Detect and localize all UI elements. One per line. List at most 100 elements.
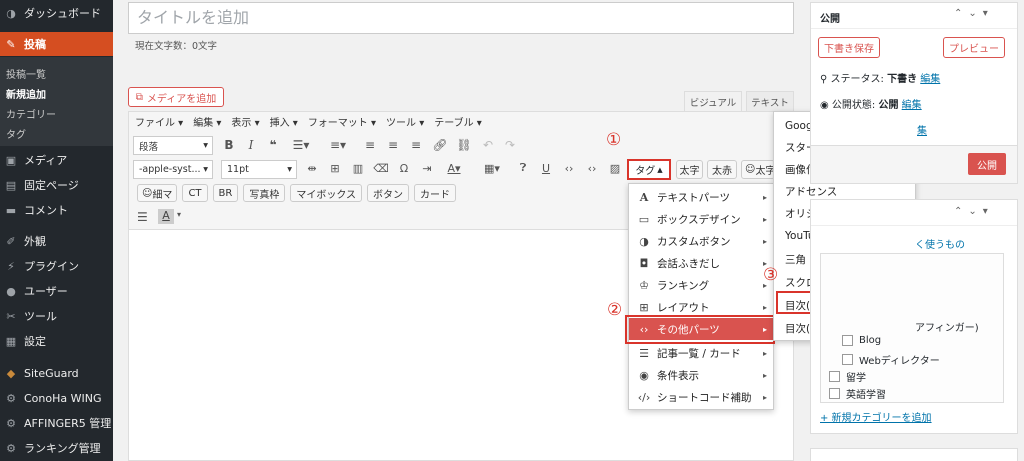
unlink-icon[interactable]: ⛓︎	[456, 137, 472, 153]
publish-button[interactable]: 公開	[968, 153, 1006, 175]
button-button[interactable]: ボタン	[367, 184, 410, 202]
dd-text-parts[interactable]: A テキストパーツ ▸	[629, 186, 773, 208]
tag-button[interactable]: タグ ▲	[627, 159, 671, 180]
bullet-list-icon[interactable]: ☰▾	[290, 137, 312, 153]
menu-appearance[interactable]: ✐ 外観	[0, 231, 113, 251]
italic-icon[interactable]: I	[243, 137, 259, 153]
align-left-icon[interactable]: ≡	[362, 137, 378, 153]
menu-edit[interactable]: 編集 ▾	[193, 114, 221, 130]
red-bold-button[interactable]: 太赤	[707, 160, 737, 179]
checkbox[interactable]	[842, 354, 853, 365]
help-icon[interactable]: ❓︎	[515, 160, 531, 176]
menu-affinger[interactable]: ⚙ AFFINGER5 管理	[0, 413, 113, 433]
bg-color-icon[interactable]: A	[158, 209, 174, 224]
eraser-icon[interactable]: ⌫	[373, 160, 389, 176]
menu-settings[interactable]: ▦ 設定	[0, 331, 113, 351]
menu-posts[interactable]: ✎ 投稿	[0, 32, 113, 56]
category-item[interactable]: 英語学習	[829, 386, 886, 401]
menu-tools[interactable]: ツール ▾	[386, 114, 424, 130]
dd-ranking[interactable]: ♔ ランキング ▸	[629, 274, 773, 296]
checkbox[interactable]	[829, 371, 840, 382]
bold-jp-button[interactable]: 太字	[676, 160, 703, 179]
tab-visual[interactable]: ビジュアル	[684, 91, 742, 111]
menu-format[interactable]: フォーマット ▾	[308, 114, 376, 130]
photo-frame-button[interactable]: 写真枠	[243, 184, 286, 202]
dd-article-list[interactable]: ☰ 記事一覧 / カード ▸	[629, 342, 773, 364]
code-icon[interactable]: ‹›	[561, 160, 577, 176]
add-category-link[interactable]: + 新規カテゴリーを追加	[820, 409, 932, 424]
menu-tools[interactable]: ✂ ツール	[0, 306, 113, 326]
add-media-button[interactable]: ⧉ メディアを追加	[128, 87, 224, 107]
checkbox[interactable]	[842, 335, 853, 346]
paste-text-icon[interactable]: ⊞	[327, 160, 343, 176]
submenu-all-posts[interactable]: 投稿一覧	[6, 66, 46, 81]
align-center-icon[interactable]: ≡	[385, 137, 401, 153]
dd-box-design[interactable]: ▭ ボックスデザイン ▸	[629, 208, 773, 230]
menu-pages[interactable]: ▤ 固定ページ	[0, 175, 113, 195]
format-select[interactable]: 段落 ▾	[133, 136, 213, 155]
omega-icon[interactable]: Ω	[396, 160, 412, 176]
menu-media[interactable]: ▣ メディア	[0, 150, 113, 170]
menu-siteguard[interactable]: ◆ SiteGuard	[0, 363, 113, 383]
br-button[interactable]: BR	[212, 184, 239, 202]
bold-icon[interactable]: B	[221, 137, 237, 153]
menu-comments[interactable]: ▬ コメント	[0, 200, 113, 220]
ct-button[interactable]: CT	[182, 184, 208, 202]
category-item[interactable]: Blog	[842, 335, 881, 346]
menu-table[interactable]: テーブル ▾	[434, 114, 482, 130]
dd-custom-button[interactable]: ◑ カスタムボタン ▸	[629, 230, 773, 252]
indent-icon[interactable]: ⇥	[419, 160, 435, 176]
more-button[interactable]: ☺ 太字	[741, 160, 775, 179]
chevron-right-icon: ▸	[762, 214, 767, 224]
align-right-icon[interactable]: ≡	[408, 137, 424, 153]
menu-insert[interactable]: 挿入 ▾	[270, 114, 298, 130]
category-item[interactable]: Webディレクター	[842, 352, 940, 367]
dd-conditional[interactable]: ◉ 条件表示 ▸	[629, 364, 773, 386]
align-justify-icon[interactable]: ☰	[137, 210, 148, 224]
menu-ranking[interactable]: ⚙ ランキング管理	[0, 438, 113, 458]
tab-text[interactable]: テキスト	[746, 91, 794, 111]
quote-icon[interactable]: ❝	[265, 137, 281, 153]
category-item[interactable]: 留学	[829, 369, 866, 384]
preview-button[interactable]: プレビュー	[943, 37, 1005, 58]
clipboard-icon[interactable]: ▥	[350, 160, 366, 176]
checkbox[interactable]	[829, 388, 840, 399]
schedule-edit-link[interactable]: 集	[917, 122, 927, 137]
redo-icon[interactable]: ↷	[502, 137, 518, 153]
menu-conoha[interactable]: ⚙ ConoHa WING	[0, 388, 113, 408]
save-draft-button[interactable]: 下書き保存	[818, 37, 880, 58]
box-controls[interactable]: ⌃⌄▾	[954, 206, 994, 217]
media-icon: ⧉	[135, 91, 143, 103]
undo-icon[interactable]: ↶	[480, 137, 496, 153]
font-size-select[interactable]: 11pt ▾	[221, 160, 297, 179]
dd-speech-bubble[interactable]: ◘ 会話ふきだし ▸	[629, 252, 773, 274]
menu-plugins[interactable]: ⚡ プラグイン	[0, 256, 113, 276]
card-button[interactable]: カード	[414, 184, 457, 202]
text-color-icon[interactable]: A▾	[442, 160, 466, 176]
hr-icon[interactable]: ⇹	[304, 160, 320, 176]
menu-users[interactable]: ● ユーザー	[0, 281, 113, 301]
numbered-list-icon[interactable]: ≡▾	[327, 137, 349, 153]
link-icon[interactable]: 🔗︎	[432, 137, 448, 153]
image-icon[interactable]: ▨	[607, 160, 623, 176]
font-family-select[interactable]: -apple-syst... ▾	[133, 160, 213, 179]
submenu-tags[interactable]: タグ	[6, 126, 26, 141]
menu-file[interactable]: ファイル ▾	[135, 114, 183, 130]
dd-shortcode-helper[interactable]: ‹/› ショートコード補助 ▸	[629, 386, 773, 408]
underline-icon[interactable]: U	[538, 160, 554, 176]
submenu-add-new[interactable]: 新規追加	[6, 86, 46, 101]
box-icon: ▭	[638, 212, 650, 226]
chevron-down-icon[interactable]: ▾	[177, 210, 181, 219]
visibility-edit-link[interactable]: 編集	[902, 100, 922, 111]
menu-view[interactable]: 表示 ▾	[231, 114, 259, 130]
code-icon[interactable]: ‹›	[584, 160, 600, 176]
menu-dashboard[interactable]: ◑ ダッシュボード	[0, 3, 113, 23]
most-used-tab[interactable]: く使うもの	[915, 236, 965, 251]
box-controls[interactable]: ⌃⌄▾	[954, 8, 994, 19]
mybox-button[interactable]: マイボックス	[290, 184, 363, 202]
table-icon[interactable]: ▦▾	[480, 160, 504, 176]
hosoma-button[interactable]: ☺ 細マ	[137, 184, 178, 202]
status-edit-link[interactable]: 編集	[920, 74, 940, 85]
title-input[interactable]: タイトルを追加	[128, 2, 794, 34]
submenu-categories[interactable]: カテゴリー	[6, 106, 56, 121]
